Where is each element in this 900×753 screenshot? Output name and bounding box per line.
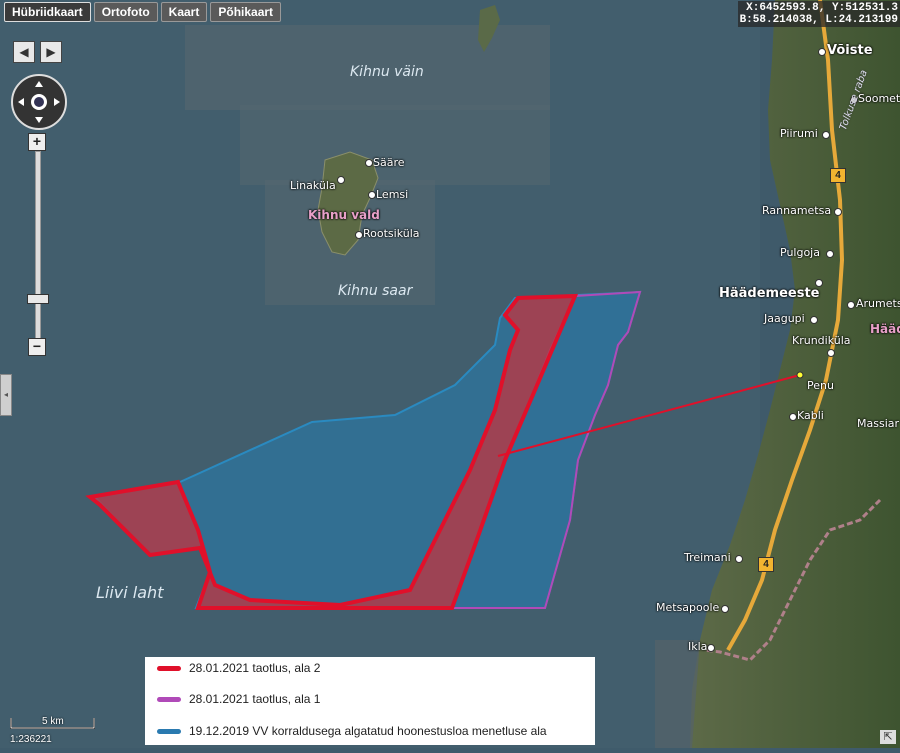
zoom-out-button[interactable]: − xyxy=(28,338,46,356)
map-legend: 28.01.2021 taotlus, ala 2 28.01.2021 tao… xyxy=(145,657,595,745)
place-dot xyxy=(834,208,842,216)
label-jaagupi: Jaagupi xyxy=(764,312,805,325)
penu-marker[interactable] xyxy=(796,371,804,379)
place-dot xyxy=(365,159,373,167)
legend-label: 28.01.2021 taotlus, ala 1 xyxy=(189,692,321,706)
place-dot xyxy=(735,555,743,563)
tab-ortofoto[interactable]: Ortofoto xyxy=(93,2,158,22)
label-rannametsa: Rannametsa xyxy=(762,204,832,217)
legend-swatch-area2 xyxy=(157,665,181,671)
label-penu: Penu xyxy=(807,379,834,392)
label-kihnu-vain: Kihnu väin xyxy=(350,64,424,80)
label-rootsikyla: Rootsiküla xyxy=(363,227,420,240)
pan-arrows-icon xyxy=(18,81,60,123)
legend-label: 19.12.2019 VV korraldusega algatatud hoo… xyxy=(189,724,547,738)
place-dot xyxy=(368,191,376,199)
coordinate-readout: X:6452593.8, Y:512531.3 B:58.214038, L:2… xyxy=(737,1,900,27)
zoom-in-button[interactable]: + xyxy=(28,133,46,151)
place-dot xyxy=(827,349,835,357)
label-haade-vald: Hääd xyxy=(870,322,900,336)
place-dot xyxy=(847,301,855,309)
label-piirumi: Piirumi xyxy=(780,127,818,140)
legend-swatch-area1 xyxy=(157,696,181,702)
legend-label: 28.01.2021 taotlus, ala 2 xyxy=(189,661,321,675)
label-haademeeste: Häädemeeste xyxy=(719,286,820,301)
label-kabli: Kabli xyxy=(797,409,824,422)
coords-bl: B:58.214038, L:24.213199 xyxy=(739,14,898,26)
label-lemsi: Lemsi xyxy=(376,188,409,201)
place-dot xyxy=(721,605,729,613)
zoom-slider-handle[interactable] xyxy=(27,294,49,304)
tab-kaart[interactable]: Kaart xyxy=(160,2,208,22)
label-ikla: Ikla xyxy=(688,640,708,653)
pan-control[interactable] xyxy=(11,74,67,130)
label-metsapoole: Metsapoole xyxy=(656,601,720,614)
coords-xy: X:6452593.8, Y:512531.3 xyxy=(746,2,898,14)
label-kihnu-saar: Kihnu saar xyxy=(338,283,413,299)
map-svg[interactable] xyxy=(0,0,900,748)
history-forward-button[interactable]: ▶ xyxy=(40,41,62,63)
scale-label: 5 km xyxy=(42,716,64,727)
label-massiaru: Massiar xyxy=(857,417,900,430)
legend-item: 28.01.2021 taotlus, ala 2 xyxy=(157,661,320,675)
zoom-slider-track[interactable] xyxy=(35,151,41,339)
place-dot xyxy=(826,250,834,258)
label-kihnu-vald: Kihnu vald xyxy=(308,208,380,222)
label-soometsa: Soomet xyxy=(858,92,900,105)
history-back-button[interactable]: ◀ xyxy=(13,41,35,63)
label-krundikyla: Krundiküla xyxy=(792,334,851,347)
place-dot xyxy=(818,48,826,56)
side-panel-toggle[interactable]: ◂ xyxy=(0,374,12,416)
label-treimani: Treimani xyxy=(684,551,731,564)
expand-corner-button[interactable]: ⇱ xyxy=(880,730,896,744)
scale-ratio: 1:236221 xyxy=(10,734,52,745)
place-dot xyxy=(789,413,797,421)
label-pulgoja: Pulgoja xyxy=(780,246,820,259)
place-dot xyxy=(810,316,818,324)
map-type-tabs: Hübriidkaart Ortofoto Kaart Põhikaart xyxy=(4,2,282,22)
map-canvas[interactable] xyxy=(0,0,900,748)
legend-item: 28.01.2021 taotlus, ala 1 xyxy=(157,692,320,706)
tab-pohikaart[interactable]: Põhikaart xyxy=(210,2,282,22)
place-dot xyxy=(337,176,345,184)
road-shield-4: 4 xyxy=(758,557,774,572)
legend-item: 19.12.2019 VV korraldusega algatatud hoo… xyxy=(157,724,547,738)
label-saare: Sääre xyxy=(373,156,405,169)
legend-swatch-2019 xyxy=(157,728,181,734)
road-shield-4: 4 xyxy=(830,168,846,183)
label-voiste: Võiste xyxy=(827,43,873,58)
tab-hybrid[interactable]: Hübriidkaart xyxy=(4,2,91,22)
place-dot xyxy=(707,644,715,652)
place-dot xyxy=(822,131,830,139)
label-linakyla: Linaküla xyxy=(290,179,336,192)
place-dot xyxy=(355,231,363,239)
label-arumetsa: Arumets xyxy=(856,297,900,310)
label-liivi-laht: Liivi laht xyxy=(96,583,164,602)
